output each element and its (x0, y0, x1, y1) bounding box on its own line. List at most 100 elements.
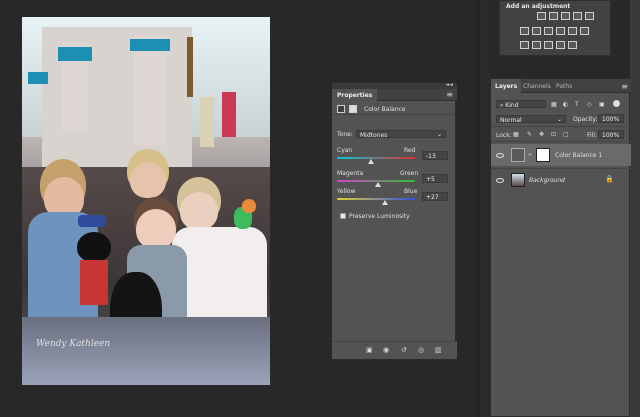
curves-icon[interactable] (561, 12, 570, 20)
smart-filter-icon[interactable]: ▣ (599, 101, 605, 108)
layer-name[interactable]: Color Balance 1 (555, 152, 602, 159)
divider (491, 126, 631, 127)
visibility-icon[interactable]: ◎ (418, 346, 424, 354)
type-filter-icon[interactable]: T (575, 101, 579, 108)
opacity-input[interactable]: 100% (598, 114, 624, 123)
adjustment-thumbnail (511, 148, 525, 162)
preserve-luminosity-label: Preserve Luminosity (349, 213, 410, 220)
slider-right-label: Green (400, 170, 419, 177)
adjustments-title: Add an adjustment (506, 3, 571, 10)
reset-icon[interactable]: ↺ (401, 346, 407, 354)
yellow-blue-slider[interactable] (337, 198, 415, 200)
filter-kind-select[interactable]: ⌕ Kind (496, 100, 546, 109)
tab-channels[interactable]: Channels (519, 79, 555, 93)
lock-icon: 🔒 (605, 175, 614, 183)
gradient-icon[interactable] (585, 12, 594, 20)
mask-icon[interactable] (349, 105, 357, 113)
tone-value: Midtones (360, 132, 388, 139)
lock-pixels-icon[interactable]: ✎ (527, 131, 532, 138)
trash-icon[interactable]: ▥ (435, 346, 442, 354)
panel-dock-divider (478, 0, 490, 417)
magenta-green-value[interactable]: +5 (422, 174, 448, 183)
brightness-icon[interactable] (537, 12, 546, 20)
lock-position-icon[interactable]: ✥ (539, 131, 544, 138)
blend-mode-select[interactable]: Normal ⌄ (496, 115, 566, 124)
properties-tabbar: Properties ≡ (332, 89, 457, 101)
properties-footer: ▣ ◉ ↺ ◎ ▥ (332, 341, 457, 359)
channel-mixer-icon[interactable] (568, 27, 577, 35)
photo-roof (58, 47, 92, 61)
tab-paths[interactable]: Paths (552, 79, 576, 93)
divider (491, 141, 631, 142)
invert-icon[interactable] (520, 41, 529, 49)
yellow-blue-thumb[interactable] (382, 200, 389, 205)
photo-tower (134, 35, 166, 145)
mask-thumbnail[interactable] (536, 148, 550, 162)
properties-panel: ◄◄ Properties ≡ Color Balance Tone: Midt… (331, 82, 457, 360)
filter-toggle-icon[interactable] (613, 100, 620, 107)
lookup-icon[interactable] (580, 27, 589, 35)
photo-image[interactable]: Wendy Kathleen (22, 17, 270, 385)
fill-input[interactable]: 100% (598, 130, 624, 139)
adjustment-filter-icon[interactable]: ◐ (563, 101, 568, 108)
exposure-icon[interactable] (573, 12, 582, 20)
right-dock-strip (630, 0, 640, 417)
layer-row-color-balance[interactable]: ∞ Color Balance 1 (491, 144, 631, 166)
bw-icon[interactable] (544, 27, 553, 35)
adjustments-panel: Add an adjustment (499, 0, 611, 56)
cyan-red-value[interactable]: -13 (422, 151, 448, 160)
filter-icons: ▦ ◐ T ◇ ▣ (551, 100, 626, 109)
panel-menu-icon[interactable]: ≡ (446, 90, 453, 99)
color-balance-icon[interactable] (532, 27, 541, 35)
photo-roof (28, 72, 48, 84)
tab-layers[interactable]: Layers (491, 79, 522, 93)
photo-banner (200, 97, 214, 147)
lock-transparent-icon[interactable]: ▦ (513, 131, 519, 138)
slider-right-label: Red (404, 147, 416, 154)
photo-mickey-toy (77, 232, 111, 262)
yellow-blue-value[interactable]: +27 (422, 192, 448, 201)
photo-roof (130, 39, 170, 51)
collapse-icon[interactable]: ◄◄ (445, 82, 453, 88)
chevron-down-icon: ⌄ (436, 131, 442, 138)
shape-filter-icon[interactable]: ◇ (587, 101, 592, 108)
slider-row-cyan-red: Cyan Red -13 (332, 147, 457, 169)
slider-left-label: Yellow (337, 188, 356, 195)
adjustment-title: Color Balance (364, 106, 406, 113)
photo-spire (187, 37, 193, 97)
photo-kid-face (130, 162, 166, 198)
tone-select[interactable]: Midtones ⌄ (356, 130, 446, 139)
fill-label: Fill: (587, 132, 598, 139)
tab-properties[interactable]: Properties (332, 89, 378, 101)
preserve-luminosity-checkbox[interactable] (340, 213, 346, 219)
cyan-red-thumb[interactable] (368, 159, 375, 164)
slider-row-yellow-blue: Yellow Blue +27 (332, 188, 457, 210)
lock-artboard-icon[interactable]: ⊡ (551, 131, 556, 138)
clip-to-layer-icon[interactable]: ▣ (366, 346, 373, 354)
chevron-down-icon: ⌄ (556, 116, 562, 123)
levels-icon[interactable] (549, 12, 558, 20)
eye-icon[interactable] (496, 153, 504, 158)
layer-name[interactable]: Background (529, 177, 565, 184)
color-balance-icon (337, 105, 345, 113)
vibrance-icon[interactable] (520, 27, 529, 35)
view-previous-icon[interactable]: ◉ (383, 346, 389, 354)
photo-thumbnail (511, 173, 525, 187)
pixel-filter-icon[interactable]: ▦ (551, 101, 557, 108)
panel-menu-icon[interactable]: ≡ (621, 82, 628, 91)
posterize-icon[interactable] (532, 41, 541, 49)
link-icon[interactable]: ∞ (528, 152, 532, 158)
photo-toy-hat (78, 215, 106, 227)
magenta-green-thumb[interactable] (374, 182, 381, 187)
photo-baby-face (136, 209, 176, 249)
selective-color-icon[interactable] (556, 41, 565, 49)
cyan-red-slider[interactable] (337, 157, 415, 159)
slider-right-label: Blue (404, 188, 418, 195)
layers-panel: Layers Channels Paths ≡ ⌕ Kind ▦ ◐ T ◇ ▣… (490, 78, 631, 417)
lock-all-icon[interactable]: ▢ (563, 131, 569, 138)
layer-row-background[interactable]: Background 🔒 (491, 168, 631, 190)
gradient-map-icon[interactable] (568, 41, 577, 49)
eye-icon[interactable] (496, 178, 504, 183)
threshold-icon[interactable] (544, 41, 553, 49)
photo-filter-icon[interactable] (556, 27, 565, 35)
